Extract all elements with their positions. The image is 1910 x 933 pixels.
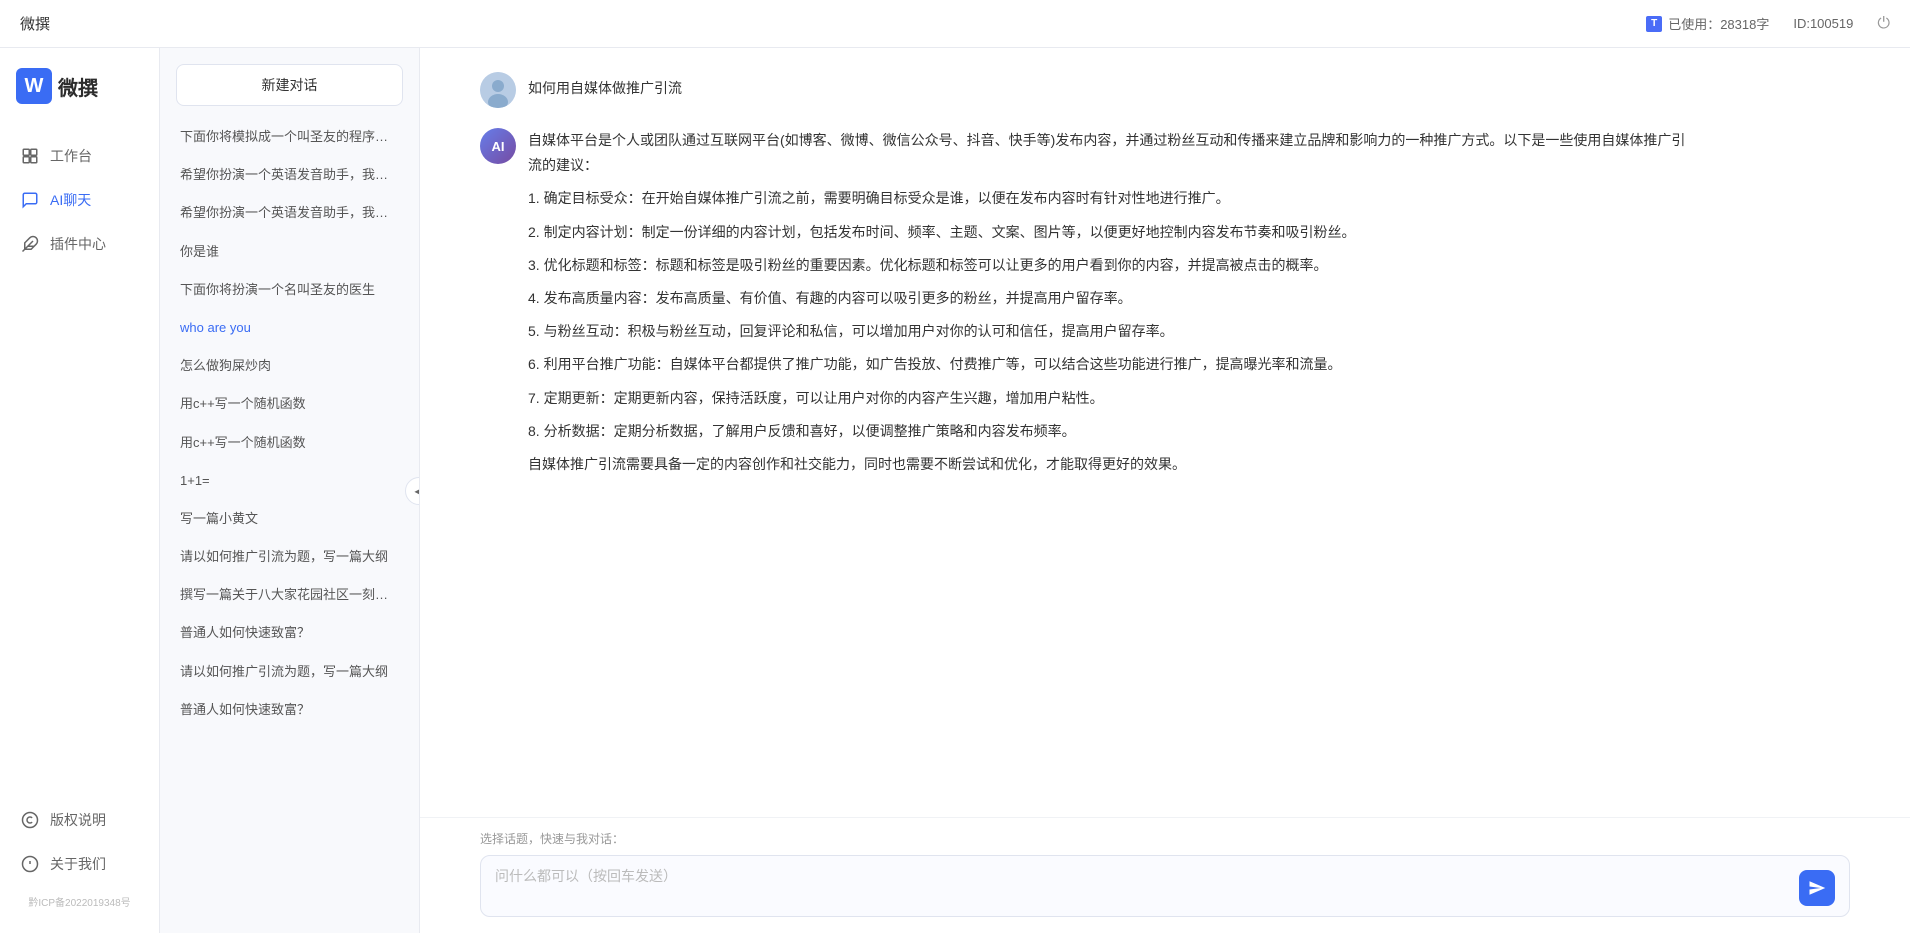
history-item[interactable]: 怎么做狗屎炒肉 bbox=[160, 347, 419, 385]
icp-text: 黔ICP备2022019348号 bbox=[0, 886, 159, 917]
history-item[interactable]: who are you bbox=[160, 309, 419, 347]
history-item[interactable]: 撰写一篇关于八大家花园社区一刻钟便民生... bbox=[160, 576, 419, 614]
ai-avatar: AI bbox=[480, 128, 516, 164]
sidebar-item-plugins[interactable]: 插件中心 bbox=[0, 222, 159, 266]
history-item[interactable]: 请以如何推广引流为题，写一篇大纲 bbox=[160, 653, 419, 691]
main-layout: W 微撰 工作台 AI聊天 bbox=[0, 48, 1910, 933]
copyright-icon bbox=[20, 810, 40, 830]
copyright-label: 版权说明 bbox=[50, 810, 106, 830]
sidebar-item-ai-chat[interactable]: AI聊天 bbox=[0, 178, 159, 222]
logo: W 微撰 bbox=[0, 68, 159, 104]
usage-label: 已使用：28318字 bbox=[1668, 14, 1769, 33]
chat-input[interactable] bbox=[495, 866, 1791, 906]
sidebar-item-copyright[interactable]: 版权说明 bbox=[0, 798, 159, 842]
chat-area: 如何用自媒体做推广引流 AI 自媒体平台是个人或团队通过互联网平台(如博客、微博… bbox=[420, 48, 1910, 933]
history-item[interactable]: 写一篇小黄文 bbox=[160, 500, 419, 538]
history-item[interactable]: 下面你将扮演一个名叫圣友的医生 bbox=[160, 271, 419, 309]
send-button[interactable] bbox=[1799, 870, 1835, 906]
history-item[interactable]: 希望你扮演一个英语发音助手，我提供给你... bbox=[160, 156, 419, 194]
chat-messages: 如何用自媒体做推广引流 AI 自媒体平台是个人或团队通过互联网平台(如博客、微博… bbox=[420, 48, 1910, 817]
history-panel: 新建对话 下面你将模拟成一个叫圣友的程序员，我说...希望你扮演一个英语发音助手… bbox=[160, 48, 420, 933]
topbar: 微撰 T 已使用：28318字 ID:100519 ⏻ bbox=[0, 0, 1910, 48]
topbar-right: T 已使用：28318字 ID:100519 ⏻ bbox=[1646, 14, 1890, 33]
sidebar-item-about[interactable]: 关于我们 bbox=[0, 842, 159, 886]
logo-text: 微撰 bbox=[58, 72, 98, 101]
about-label: 关于我们 bbox=[50, 854, 106, 874]
history-item[interactable]: 1+1= bbox=[160, 462, 419, 500]
usage-info: T 已使用：28318字 bbox=[1646, 14, 1769, 33]
ai-chat-label: AI聊天 bbox=[50, 190, 91, 210]
history-item[interactable]: 普通人如何快速致富？ bbox=[160, 614, 419, 652]
history-list: 下面你将模拟成一个叫圣友的程序员，我说...希望你扮演一个英语发音助手，我提供给… bbox=[160, 118, 419, 933]
ai-chat-icon bbox=[20, 190, 40, 210]
new-chat-button[interactable]: 新建对话 bbox=[176, 64, 403, 106]
history-item[interactable]: 用c++写一个随机函数 bbox=[160, 424, 419, 462]
logout-button[interactable]: ⏻ bbox=[1877, 15, 1890, 33]
chat-bottom: 选择话题，快速与我对话： bbox=[420, 817, 1910, 933]
plugins-icon bbox=[20, 234, 40, 254]
history-item[interactable]: 用c++写一个随机函数 bbox=[160, 385, 419, 423]
workbench-label: 工作台 bbox=[50, 146, 92, 166]
sidebar-item-workbench[interactable]: 工作台 bbox=[0, 134, 159, 178]
usage-icon: T bbox=[1646, 16, 1662, 32]
quick-topics-label: 选择话题，快速与我对话： bbox=[480, 830, 1850, 847]
history-item[interactable]: 希望你扮演一个英语发音助手，我提供给你... bbox=[160, 194, 419, 232]
history-item[interactable]: 你是谁 bbox=[160, 233, 419, 271]
sidebar: W 微撰 工作台 AI聊天 bbox=[0, 48, 160, 933]
ai-message: AI 自媒体平台是个人或团队通过互联网平台(如博客、微博、微信公众号、抖音、快手… bbox=[480, 128, 1850, 485]
history-item[interactable]: 普通人如何快速致富？ bbox=[160, 691, 419, 729]
user-avatar bbox=[480, 72, 516, 108]
about-icon bbox=[20, 854, 40, 874]
input-area bbox=[480, 855, 1850, 917]
topbar-title: 微撰 bbox=[20, 13, 1646, 34]
plugins-label: 插件中心 bbox=[50, 234, 106, 254]
history-item[interactable]: 下面你将模拟成一个叫圣友的程序员，我说... bbox=[160, 118, 419, 156]
history-item[interactable]: 请以如何推广引流为题，写一篇大纲 bbox=[160, 538, 419, 576]
ai-message-content: 自媒体平台是个人或团队通过互联网平台(如博客、微博、微信公众号、抖音、快手等)发… bbox=[528, 128, 1693, 485]
logo-icon: W bbox=[16, 68, 52, 104]
user-message-content: 如何用自媒体做推广引流 bbox=[528, 72, 682, 98]
workbench-icon bbox=[20, 146, 40, 166]
user-message: 如何用自媒体做推广引流 bbox=[480, 72, 1850, 108]
sidebar-bottom: 版权说明 关于我们 黔ICP备2022019348号 bbox=[0, 798, 159, 933]
id-label: ID:100519 bbox=[1793, 16, 1853, 31]
